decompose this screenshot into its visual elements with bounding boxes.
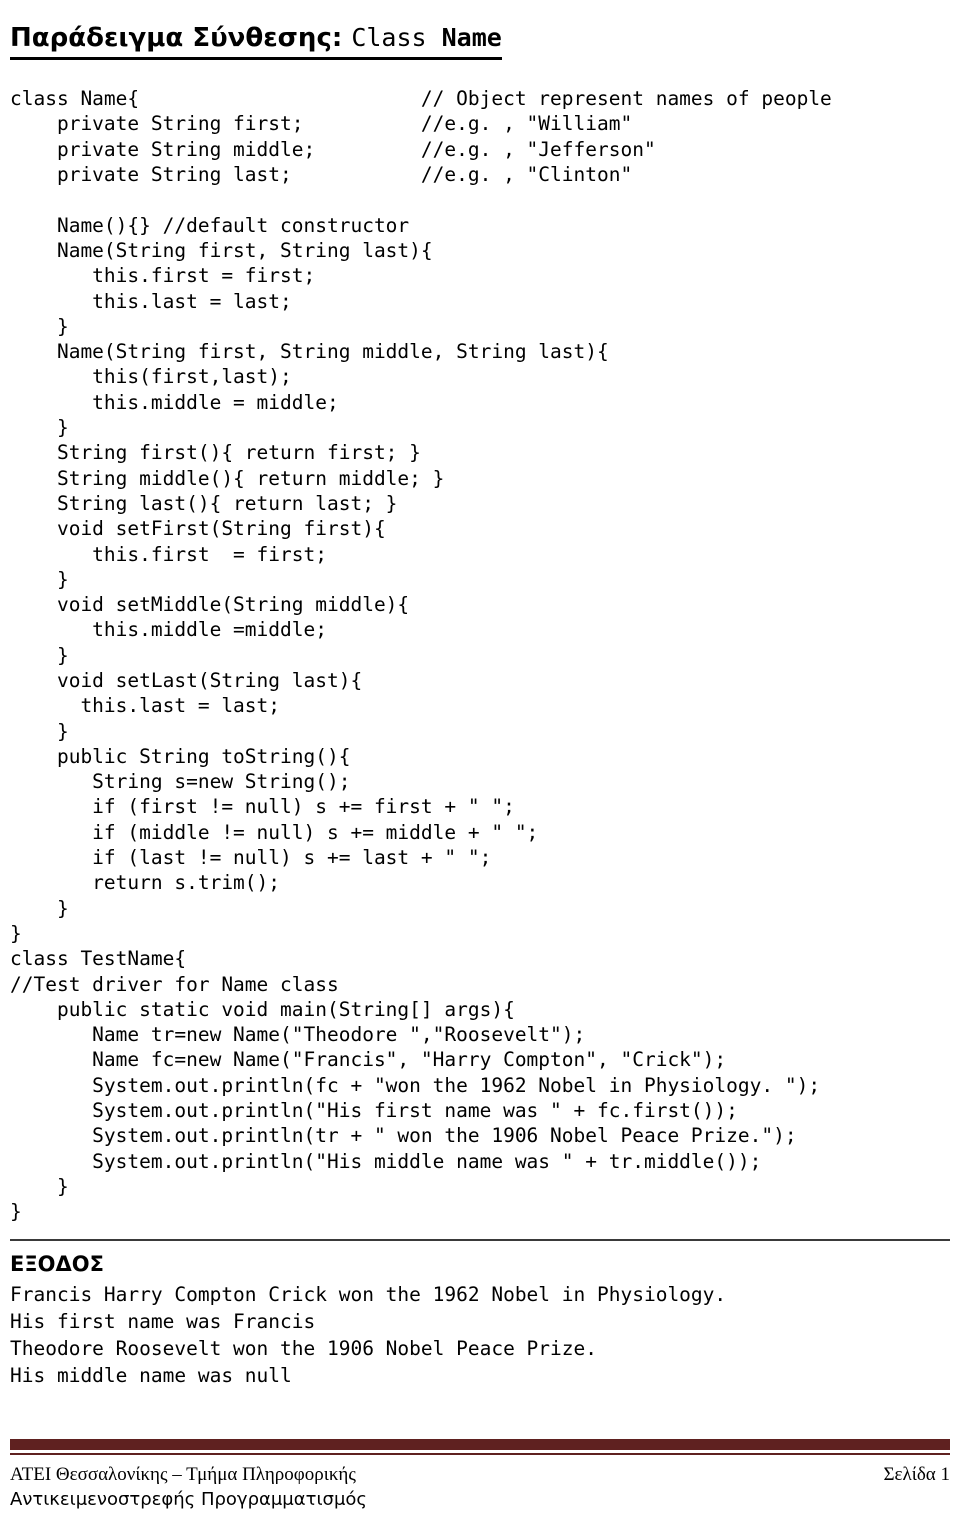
code-line: String first(){ return first; } [10,441,421,465]
code-line: } [10,314,69,338]
output-line: His first name was Francis [10,1309,316,1333]
code-line: String s=new String(); [10,770,351,794]
footer-institution: ΑΤΕΙ Θεσσαλονίκης – Τμήμα Πληροφορικής [10,1464,356,1485]
code-line: private String last; //e.g. , "Clinton" [10,163,633,187]
code-line: Name(){} //default constructor [10,213,410,237]
output-line: Francis Harry Compton Crick won the 1962… [10,1282,727,1306]
code-line: this(first,last); [10,365,292,389]
code-line: } [10,896,69,920]
code-line: System.out.println("His middle name was … [10,1149,762,1173]
code-line: } [10,719,69,743]
page-title-class-keyword: Class [351,23,442,53]
code-line: this.first = first; [10,542,327,566]
code-line: return s.trim(); [10,871,281,895]
code-line: void setMiddle(String middle){ [10,593,410,617]
code-line: void setLast(String last){ [10,668,363,692]
code-line: if (last != null) s += last + " "; [10,846,492,870]
footer-rule-thick [10,1439,950,1450]
output-listing: Francis Harry Compton Crick won the 1962… [10,1281,950,1389]
code-line: Name(String first, String middle, String… [10,340,609,364]
page-title: Παράδειγμα Σύνθεσης: Class Name [10,20,502,61]
code-line: this.last = last; [10,289,292,313]
footer-row: ΑΤΕΙ Θεσσαλονίκης – Τμήμα Πληροφορικής Α… [10,1462,950,1512]
footer-left: ΑΤΕΙ Θεσσαλονίκης – Τμήμα Πληροφορικής Α… [10,1462,367,1512]
footer-course: Αντικειμενοστρεφής Προγραμματισμός [10,1489,367,1510]
code-line: this.middle =middle; [10,618,327,642]
code-line: class Name{ // Object represent names of… [10,87,832,111]
code-line: public static void main(String[] args){ [10,997,515,1021]
code-line: //Test driver for Name class [10,972,339,996]
page-title-greek: Παράδειγμα Σύνθεσης: [10,23,352,54]
code-line: private String middle; //e.g. , "Jeffers… [10,137,656,161]
footer-rule-thin [10,1453,950,1455]
title-block: Παράδειγμα Σύνθεσης: Class Name [10,0,950,78]
code-line: public String toString(){ [10,744,351,768]
code-line: System.out.println(tr + " won the 1906 N… [10,1124,797,1148]
code-line: class TestName{ [10,947,187,971]
page-title-class-name: Name [441,23,502,53]
output-separator [10,1238,950,1241]
page-footer: ΑΤΕΙ Θεσσαλονίκης – Τμήμα Πληροφορικής Α… [10,1439,950,1512]
code-line: this.first = first; [10,264,316,288]
code-line: this.middle = middle; [10,390,339,414]
code-line: String middle(){ return middle; } [10,466,445,490]
code-line: if (middle != null) s += middle + " "; [10,820,539,844]
code-line: private String first; //e.g. , "William" [10,112,633,136]
code-line: } [10,1200,22,1224]
code-line: this.last = last; [10,694,281,718]
code-line: Name tr=new Name("Theodore ","Roosevelt"… [10,1023,586,1047]
code-line: } [10,567,69,591]
code-line: String last(){ return last; } [10,491,398,515]
code-line: } [10,1174,69,1198]
code-line: } [10,416,69,440]
code-line: System.out.println(fc + "won the 1962 No… [10,1073,821,1097]
code-line: } [10,921,22,945]
document-page: Παράδειγμα Σύνθεσης: Class Name class Na… [0,0,960,1520]
code-line: } [10,643,69,667]
output-line: Theodore Roosevelt won the 1906 Nobel Pe… [10,1336,597,1360]
output-heading: ΕΞΟΔΟΣ [10,1251,104,1276]
code-line: System.out.println("His first name was "… [10,1099,738,1123]
code-line: if (first != null) s += first + " "; [10,795,515,819]
code-line: void setFirst(String first){ [10,517,386,541]
code-line: Name(String first, String last){ [10,238,433,262]
code-listing: class Name{ // Object represent names of… [10,86,950,1224]
code-line: Name fc=new Name("Francis", "Harry Compt… [10,1048,727,1072]
output-line: His middle name was null [10,1363,292,1387]
footer-page-number: Σελίδα 1 [883,1464,950,1485]
